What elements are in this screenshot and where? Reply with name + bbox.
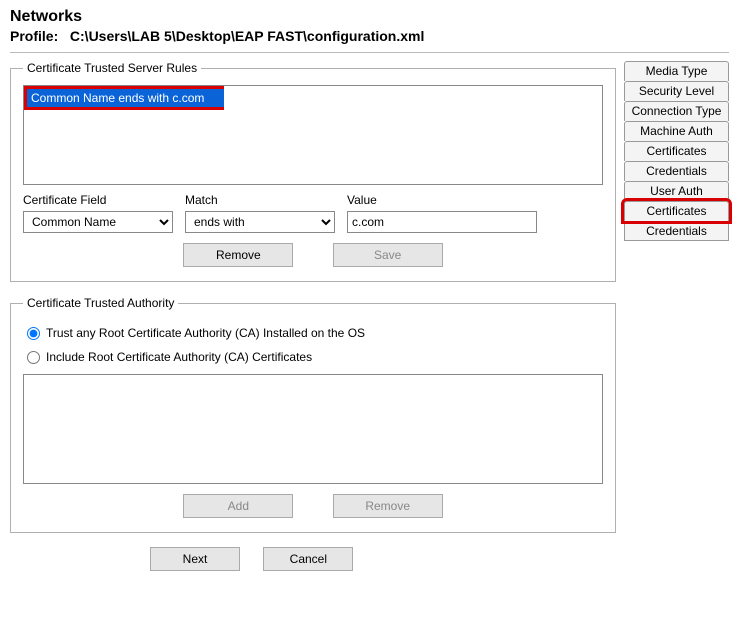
trusted-server-rules-group: Certificate Trusted Server Rules Common … — [10, 61, 616, 282]
profile-label: Profile: — [10, 28, 58, 44]
next-button[interactable]: Next — [150, 547, 240, 571]
value-input[interactable] — [347, 211, 537, 233]
page-title: Networks — [10, 8, 729, 26]
trust-any-ca-label: Trust any Root Certificate Authority (CA… — [46, 326, 365, 340]
side-tabs: Media TypeSecurity LevelConnection TypeM… — [624, 61, 729, 241]
profile-path: C:\Users\LAB 5\Desktop\EAP FAST\configur… — [70, 28, 424, 44]
rules-legend: Certificate Trusted Server Rules — [23, 61, 201, 75]
ca-certificates-list[interactable] — [23, 374, 603, 484]
remove-cert-button[interactable]: Remove — [333, 494, 443, 518]
tab-certificates-4[interactable]: Certificates — [624, 141, 729, 161]
value-label: Value — [347, 193, 537, 207]
save-rule-button[interactable]: Save — [333, 243, 443, 267]
tab-connection-type-2[interactable]: Connection Type — [624, 101, 729, 121]
tab-user-auth-6[interactable]: User Auth — [624, 181, 729, 201]
divider — [10, 52, 729, 53]
authority-legend: Certificate Trusted Authority — [23, 296, 178, 310]
remove-rule-button[interactable]: Remove — [183, 243, 293, 267]
tab-credentials-5[interactable]: Credentials — [624, 161, 729, 181]
tab-security-level-1[interactable]: Security Level — [624, 81, 729, 101]
tab-media-type-0[interactable]: Media Type — [624, 61, 729, 81]
trusted-authority-group: Certificate Trusted Authority Trust any … — [10, 296, 616, 533]
include-ca-radio[interactable] — [27, 351, 40, 364]
match-select[interactable]: ends with — [185, 211, 335, 233]
tab-certificates-7[interactable]: Certificates — [624, 201, 729, 221]
cert-field-label: Certificate Field — [23, 193, 173, 207]
tab-machine-auth-3[interactable]: Machine Auth — [624, 121, 729, 141]
add-cert-button[interactable]: Add — [183, 494, 293, 518]
trust-any-ca-radio[interactable] — [27, 327, 40, 340]
rules-list-item[interactable]: Common Name ends with c.com — [24, 86, 224, 110]
rules-list[interactable]: Common Name ends with c.com — [23, 85, 603, 185]
match-label: Match — [185, 193, 335, 207]
tab-credentials-8[interactable]: Credentials — [624, 221, 729, 241]
cancel-button[interactable]: Cancel — [263, 547, 353, 571]
profile-line: Profile: C:\Users\LAB 5\Desktop\EAP FAST… — [10, 28, 729, 44]
cert-field-select[interactable]: Common Name — [23, 211, 173, 233]
include-ca-label: Include Root Certificate Authority (CA) … — [46, 350, 312, 364]
